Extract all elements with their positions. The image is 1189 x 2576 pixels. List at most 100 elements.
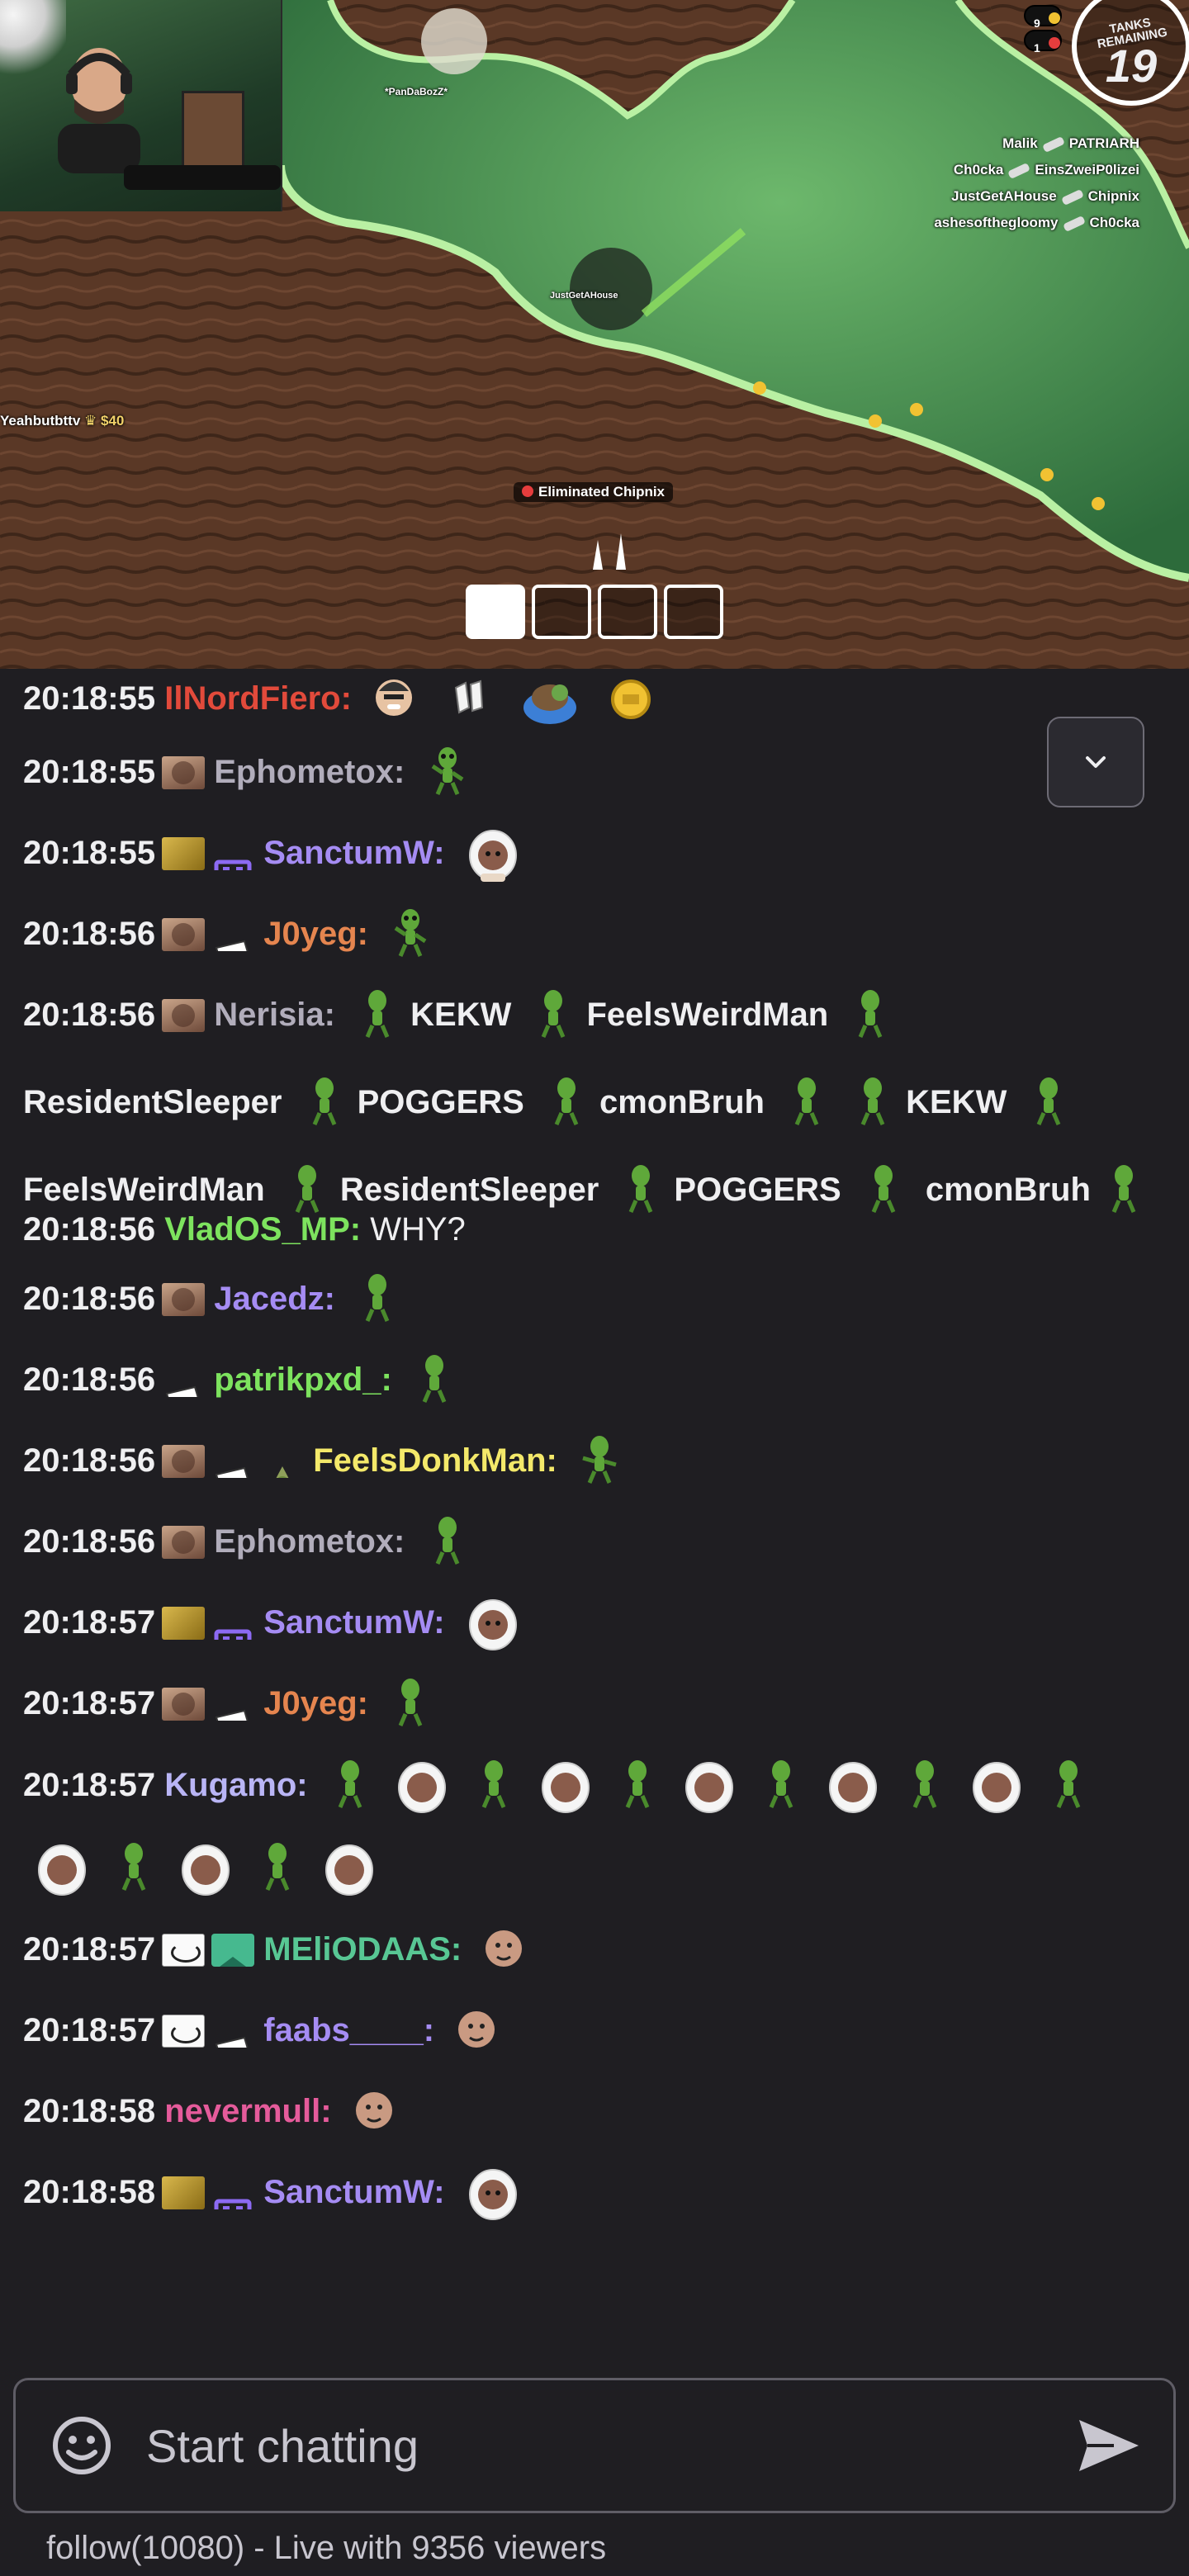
subscriber-badge-icon <box>162 2015 206 2048</box>
chat-input-bar <box>13 2378 1176 2513</box>
coin-count-red: 1 <box>1024 30 1062 54</box>
weapon-slot-1 <box>466 585 525 639</box>
hooded-emote-icon <box>322 1837 377 1898</box>
face-emote-icon <box>372 671 415 724</box>
weapon-slots <box>466 585 723 639</box>
hooded-emote-icon <box>466 822 520 883</box>
coin-count-gold: 9 <box>1024 5 1062 30</box>
subscriber-badge-icon <box>162 999 206 1032</box>
chat-message: 20:18:57AD faabs____: <box>23 1990 1166 2071</box>
hooded-emote-icon <box>682 1754 737 1816</box>
scroll-to-bottom-button[interactable] <box>1047 717 1144 807</box>
alien-dance-emote-icon <box>1047 1758 1090 1811</box>
subscriber-badge-icon <box>162 1607 206 1640</box>
ad-badge-icon: AD <box>211 1688 254 1721</box>
chat-message: 20:18:56 VladOS_MP: WHY? <box>23 1211 466 1248</box>
weapon-slot-2 <box>532 585 591 639</box>
killfeed: Malik PATRIARH Ch0cka EinsZweiP0lizei Just… <box>934 130 1139 236</box>
alien-dance-emote-icon <box>426 745 469 798</box>
alien-dance-emote-icon <box>356 986 399 1039</box>
hooded-emote-icon <box>178 1837 233 1898</box>
hooded-emote-icon <box>538 1754 593 1816</box>
alien-dance-emote-icon <box>112 1840 155 1893</box>
alien-dance-emote-icon <box>303 1073 346 1126</box>
train-badge-icon <box>211 1607 254 1640</box>
ad-badge-icon: AD <box>211 2015 254 2048</box>
alien-dance-emote-icon <box>1027 1073 1070 1126</box>
killfeed-entry: Ch0cka EinsZweiP0lizei <box>953 162 1139 179</box>
emoji-icon[interactable] <box>49 2413 115 2479</box>
player-tag: *PanDaBozZ* <box>385 86 448 97</box>
clap-emote-icon <box>448 671 490 724</box>
subscriber-badge-icon <box>162 1688 206 1721</box>
weapon-slot-3 <box>598 585 657 639</box>
alien-dance-emote-icon <box>532 986 575 1039</box>
chat-message: 20:18:55 Ephometox: <box>23 732 1166 812</box>
alien-dance-emote-icon <box>472 1758 515 1811</box>
killfeed-entry: ashesofthegloomy Ch0cka <box>934 215 1139 232</box>
donation-alert: Yeahbutbttv ♛ $40 <box>0 413 125 429</box>
chat-message: 20:18:58 SanctumW: <box>23 2152 1166 2233</box>
message-time: 20:18:55 <box>23 680 156 717</box>
eliminated-notice: Eliminated Chipnix <box>514 482 674 502</box>
subscriber-badge-icon <box>162 918 206 951</box>
pepe-badge-icon <box>261 1445 304 1478</box>
stream-video[interactable]: 9 1 TANKS REMAINING 19 *PanDaBozZ* JustG… <box>0 0 1189 669</box>
stream-status: follow(10080) - Live with 9356 viewers <box>46 2530 607 2566</box>
hooded-emote-icon <box>466 2162 520 2223</box>
chat-message: 20:18:57 MEliODAAS: <box>23 1909 1166 1990</box>
hooded-emote-icon <box>466 1592 520 1653</box>
chat-message: 20:18:57 Kugamo: <box>23 1744 1166 1909</box>
ad-badge-icon: AD <box>162 1364 205 1397</box>
killfeed-entry: JustGetAHouse Chipnix <box>951 188 1139 206</box>
subscriber-badge-icon <box>162 2176 206 2209</box>
face-emote-icon <box>482 1922 525 1975</box>
chat-message: 20:18:57AD J0yeg: <box>23 1663 1166 1744</box>
alien-dance-emote-icon <box>256 1840 299 1893</box>
alien-dance-emote-icon <box>329 1758 372 1811</box>
chat-message: 20:18:58 nevermull: <box>23 2071 1166 2152</box>
alien-dance-emote-icon <box>426 1514 469 1567</box>
train-badge-icon <box>211 837 254 870</box>
ammo-icon <box>593 533 626 570</box>
alien-dance-emote-icon <box>903 1758 946 1811</box>
alien-dance-emote-icon <box>356 1271 399 1324</box>
alien-dance-emote-icon <box>389 907 432 959</box>
alien-dance-emote-icon <box>545 1073 588 1126</box>
send-icon[interactable] <box>1071 2408 1145 2483</box>
killfeed-entry: Malik PATRIARH <box>1002 135 1139 153</box>
webcam-overlay <box>0 0 282 211</box>
alien-dance-emote-icon <box>849 986 892 1039</box>
alien-dance-emote-icon <box>760 1758 803 1811</box>
chat-message: 20:18:56AD J0yeg: <box>23 893 1166 974</box>
message-text: WHY? <box>370 1211 466 1248</box>
chat-list[interactable]: 20:18:55 IlNordFiero: 20:18:55 Ephometox… <box>0 669 1189 2378</box>
chat-message: 20:18:56AD patrikpxd_: <box>23 1339 1166 1420</box>
alien-dance-emote-icon <box>578 1433 621 1486</box>
hooded-emote-icon <box>395 1754 449 1816</box>
face-emote-icon <box>353 2084 396 2137</box>
alien-dance-emote-icon <box>616 1758 659 1811</box>
gem-badge-icon <box>211 1934 255 1967</box>
subscriber-badge-icon <box>162 837 206 870</box>
chat-input[interactable] <box>115 2404 1071 2487</box>
alien-dance-emote-icon <box>389 1676 432 1729</box>
chat-message: 20:18:56AD FeelsDonkMan: <box>23 1420 1166 1501</box>
player-tag: JustGetAHouse <box>550 291 618 301</box>
alien-dance-emote-icon <box>785 1073 828 1126</box>
face-emote-icon <box>455 2003 498 2056</box>
skull-icon <box>522 485 533 497</box>
pepe-pile-emote-icon <box>523 669 577 729</box>
chat-message: 20:18:56 Nerisia: KEKW FeelsWeirdMan Res… <box>23 971 1166 1234</box>
alien-dance-emote-icon <box>851 1073 894 1126</box>
train-badge-icon <box>211 2176 254 2209</box>
alien-dance-emote-icon <box>413 1352 456 1405</box>
subscriber-badge-icon <box>162 1445 206 1478</box>
hooded-emote-icon <box>35 1837 89 1898</box>
coin-counter: 9 1 <box>1024 5 1062 54</box>
chat-message: 20:18:56 Ephometox: <box>23 1501 1166 1582</box>
subscriber-badge-icon <box>162 1934 206 1967</box>
hooded-emote-icon <box>826 1754 880 1816</box>
chat-message: 20:18:56 Jacedz: <box>23 1258 1166 1339</box>
chevron-down-icon <box>1086 756 1106 768</box>
